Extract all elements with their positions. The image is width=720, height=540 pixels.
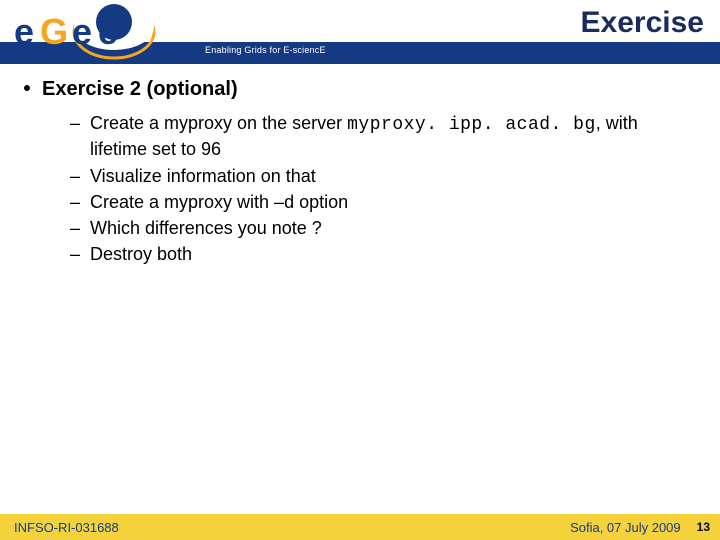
body-heading-row: Exercise 2 (optional) [24,78,696,101]
list-item-text: Visualize information on that [90,166,316,186]
list-item-text: Create a myproxy on the server [90,113,347,133]
svg-text:e: e [72,11,92,52]
slide-body: Exercise 2 (optional) Create a myproxy o… [24,78,696,269]
footer-page-number: 13 [689,520,720,534]
slide-title: Exercise [581,6,704,40]
body-heading: Exercise 2 (optional) [42,78,238,101]
svg-text:e: e [98,11,118,52]
footer-right: Sofia, 07 July 2009 [570,520,689,535]
list-item-text: Destroy both [90,244,192,264]
egee-logo: e G e e [6,4,186,60]
list-item-mono: myproxy. ipp. acad. bg [347,115,596,135]
footer-left: INFSO-RI-031688 [0,520,570,535]
header-tagline: Enabling Grids for E-sciencE [205,45,326,55]
slide-footer: INFSO-RI-031688 Sofia, 07 July 2009 13 [0,514,720,540]
body-bullet-list: Create a myproxy on the server myproxy. … [24,111,696,267]
list-item-text: Which differences you note ? [90,218,322,238]
list-item: Create a myproxy on the server myproxy. … [70,111,696,162]
svg-text:G: G [40,11,68,52]
list-item: Destroy both [70,242,696,266]
list-item: Visualize information on that [70,164,696,188]
list-item: Create a myproxy with –d option [70,190,696,214]
svg-text:e: e [14,11,34,52]
bullet-dot-icon [24,85,30,91]
slide-header: e G e e Enabling Grids for E-sciencE Exe… [0,0,720,64]
list-item: Which differences you note ? [70,216,696,240]
list-item-text: Create a myproxy with –d option [90,192,348,212]
